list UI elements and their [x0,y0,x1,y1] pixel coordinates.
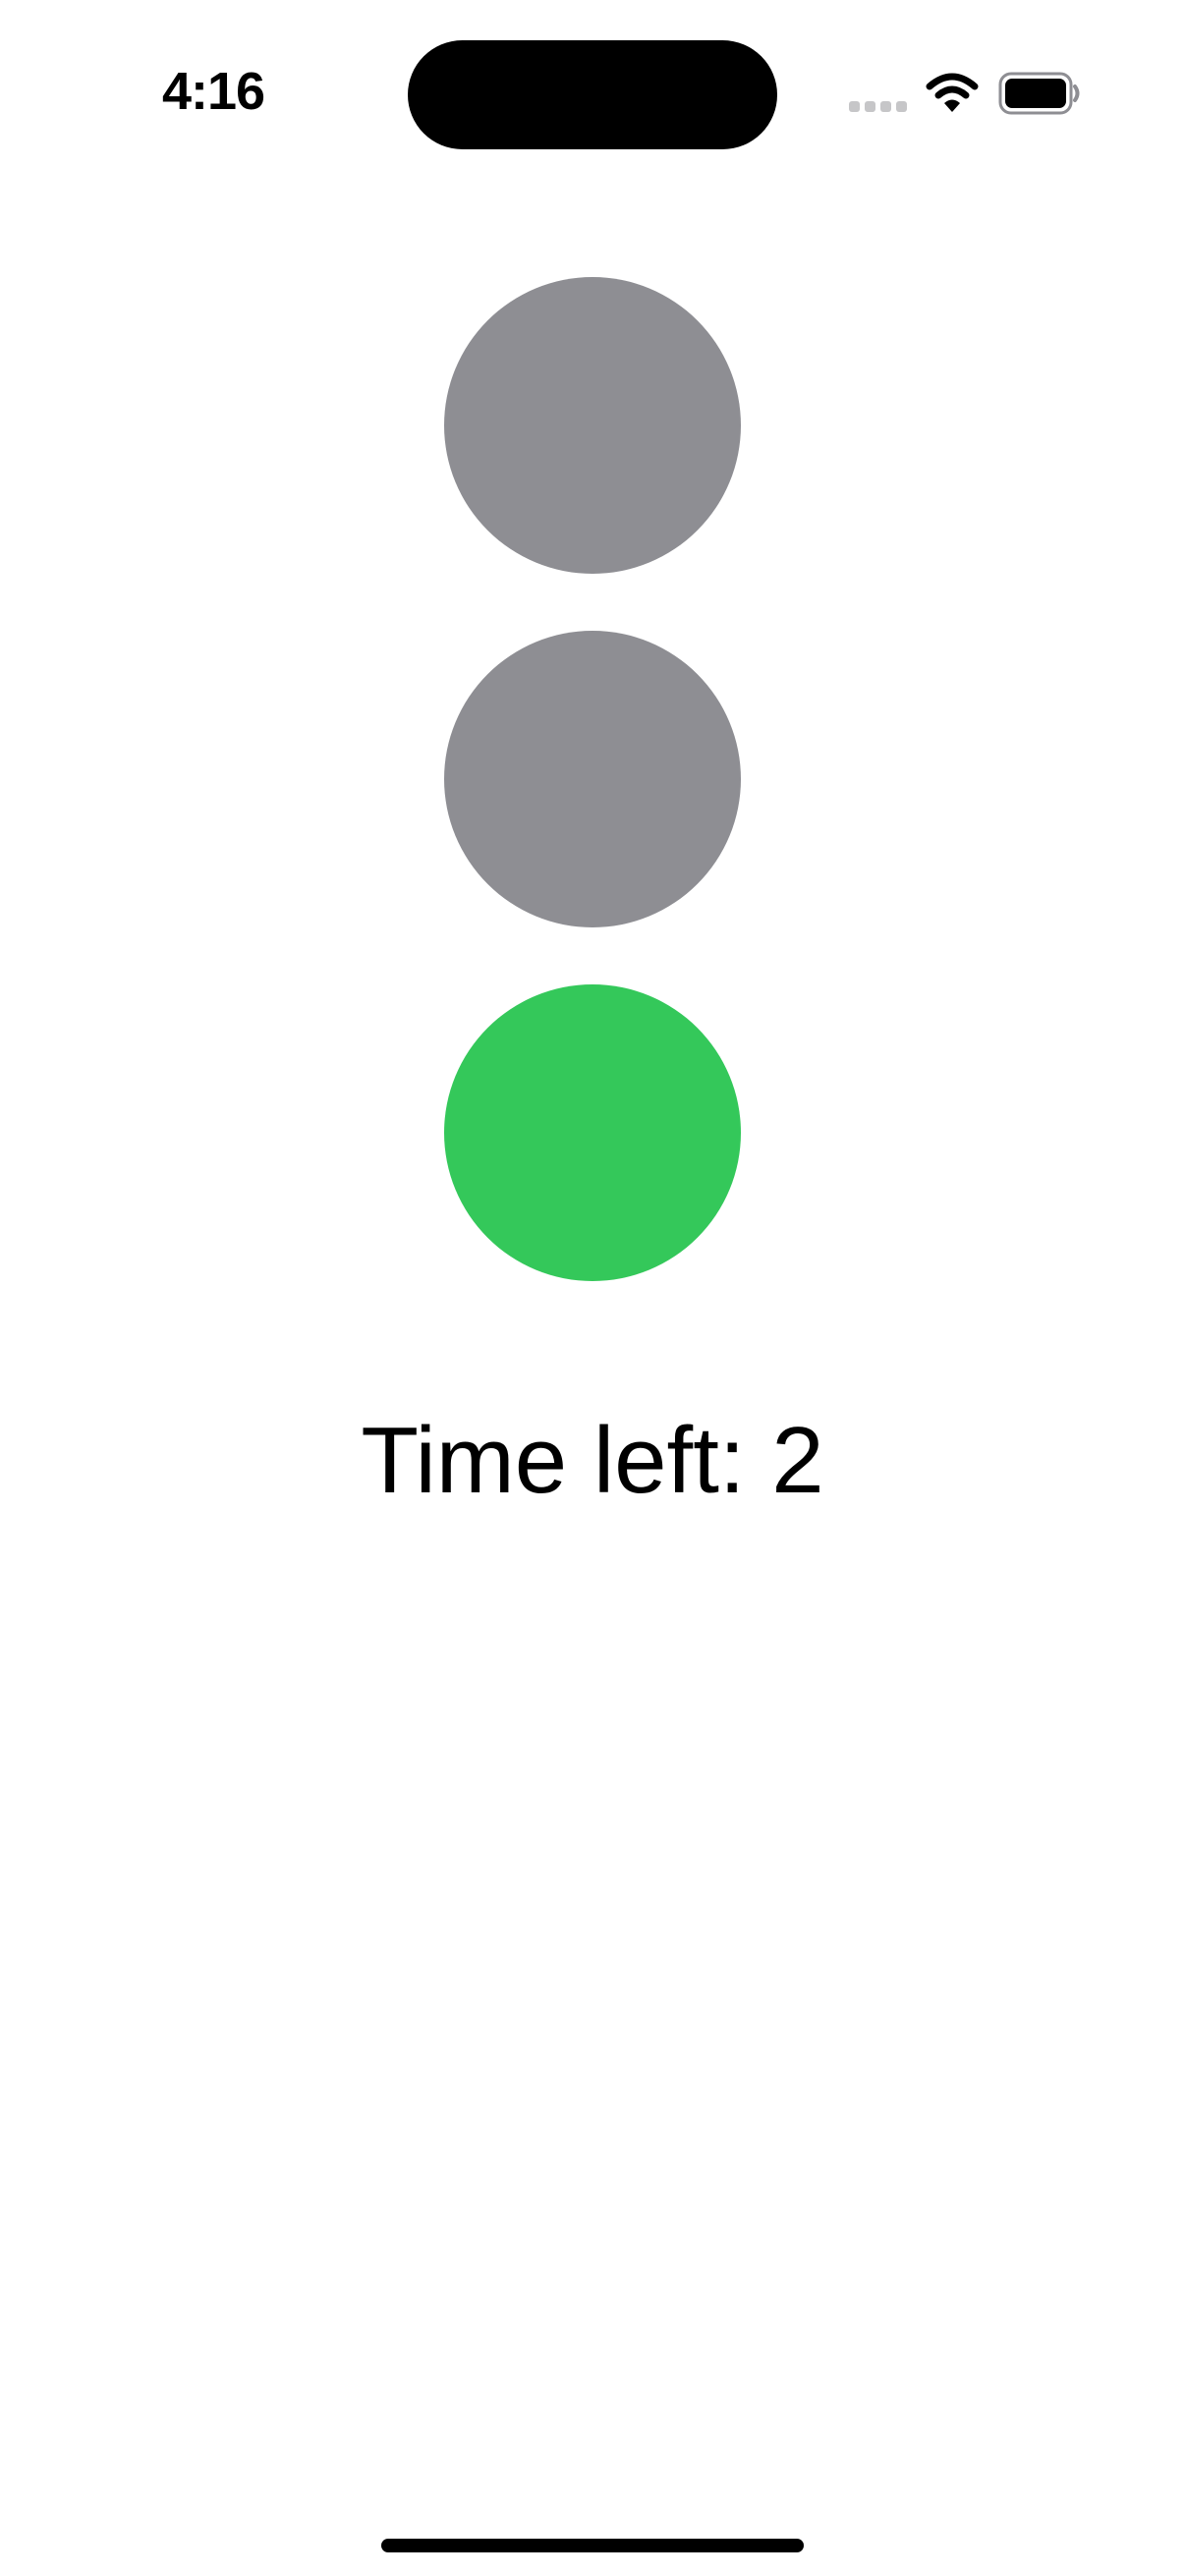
dynamic-island [408,40,777,149]
light-top [444,277,741,574]
light-middle [444,631,741,927]
wifi-icon [926,73,979,112]
time-left-label: Time left: 2 [361,1408,824,1513]
traffic-light [444,277,741,1281]
home-indicator[interactable] [381,2539,804,2552]
cellular-signal-icon [849,101,908,113]
light-bottom [444,984,741,1281]
battery-icon [998,72,1080,115]
status-time: 4:16 [162,62,265,121]
status-bar: 4:16 [0,0,1185,187]
